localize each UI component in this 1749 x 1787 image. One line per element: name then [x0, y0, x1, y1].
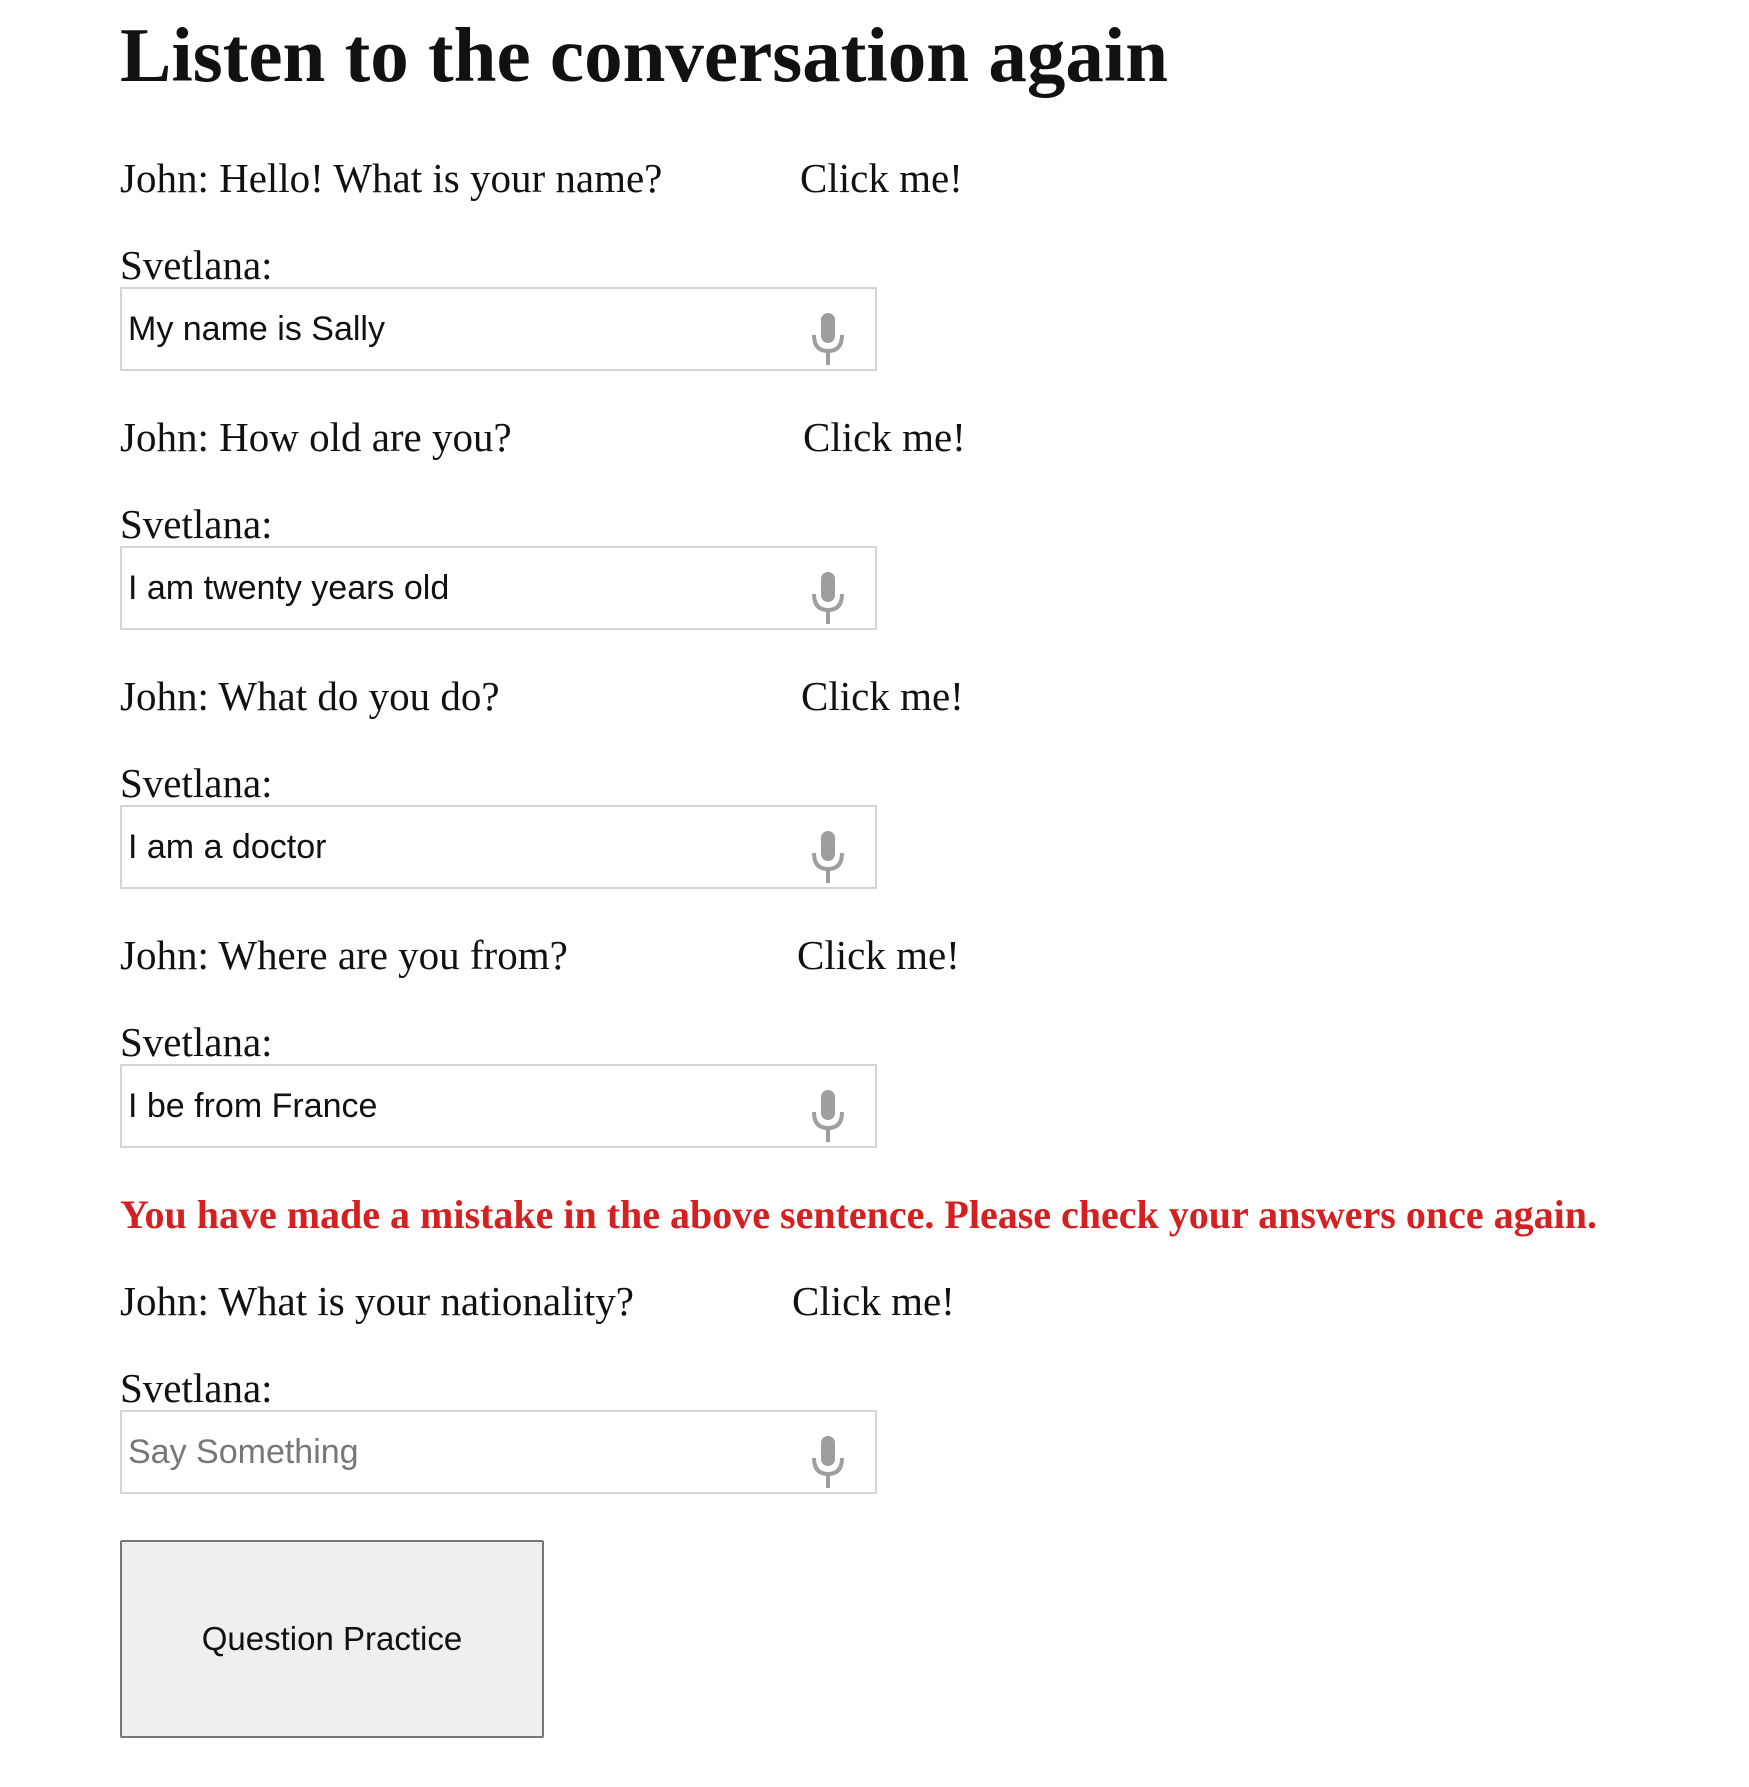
- john-question-2: John: How old are you?: [120, 414, 512, 460]
- answer-input-4[interactable]: [128, 1066, 788, 1146]
- click-me-button-3[interactable]: Click me!: [801, 672, 964, 720]
- answer-field-5: [120, 1410, 877, 1494]
- speaker-label-1: Svetlana:: [120, 242, 273, 288]
- question-practice-button[interactable]: Question Practice: [120, 1540, 544, 1738]
- answer-field-4: [120, 1064, 877, 1148]
- answer-field-1: [120, 287, 877, 371]
- click-me-button-5[interactable]: Click me!: [792, 1277, 955, 1325]
- speaker-label-2: Svetlana:: [120, 501, 273, 547]
- click-me-button-2[interactable]: Click me!: [803, 413, 966, 461]
- answer-input-3[interactable]: [128, 807, 788, 887]
- speaker-label-5: Svetlana:: [120, 1365, 273, 1411]
- john-question-3: John: What do you do?: [120, 673, 500, 719]
- john-question-5: John: What is your nationality?: [120, 1278, 634, 1324]
- microphone-icon[interactable]: [806, 829, 850, 885]
- speaker-label-4: Svetlana:: [120, 1019, 273, 1065]
- answer-input-5[interactable]: [128, 1412, 788, 1492]
- page-title: Listen to the conversation again: [120, 12, 1169, 98]
- answer-field-2: [120, 546, 877, 630]
- speaker-label-3: Svetlana:: [120, 760, 273, 806]
- answer-field-3: [120, 805, 877, 889]
- john-question-4: John: Where are you from?: [120, 932, 568, 978]
- microphone-icon[interactable]: [806, 1434, 850, 1490]
- answer-input-2[interactable]: [128, 548, 788, 628]
- microphone-icon[interactable]: [806, 1088, 850, 1144]
- microphone-icon[interactable]: [806, 570, 850, 626]
- john-question-1: John: Hello! What is your name?: [120, 155, 663, 201]
- click-me-button-1[interactable]: Click me!: [800, 154, 963, 202]
- answer-input-1[interactable]: [128, 289, 788, 369]
- click-me-button-4[interactable]: Click me!: [797, 931, 960, 979]
- microphone-icon[interactable]: [806, 311, 850, 367]
- error-message: You have made a mistake in the above sen…: [120, 1192, 1597, 1237]
